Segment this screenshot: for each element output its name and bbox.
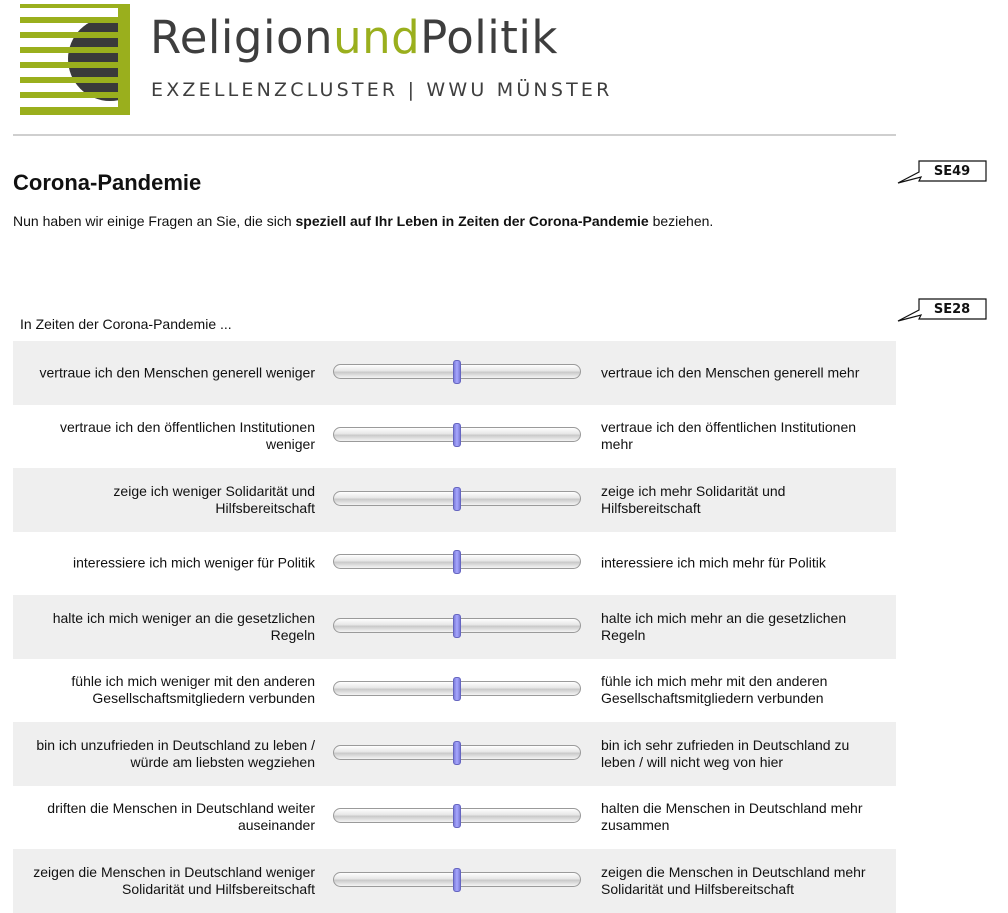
slider-right-label: bin ich sehr zufrieden in Deutschland zu…	[601, 736, 850, 770]
slider-right-label: zeige ich mehr Solidarität und Hilfsbere…	[601, 482, 786, 516]
slider-left-label: zeige ich weniger Solidarität und Hilfsb…	[113, 482, 315, 516]
question-code-label: SE28	[933, 302, 971, 317]
slider-right-label: zeigen die Menschen in Deutschland mehr …	[601, 863, 866, 897]
slider-thumb[interactable]	[453, 804, 461, 829]
slider-right-label: vertraue ich den öffentlichen Institutio…	[601, 419, 857, 453]
slider-right-label: vertraue ich den Menschen generell mehr	[601, 364, 860, 381]
slider-right-label: halte ich mich mehr an die gesetzlichen …	[601, 609, 847, 643]
slider-thumb[interactable]	[453, 740, 461, 765]
slider-row: bin ich unzufrieden in Deutschland zu le…	[13, 722, 896, 786]
question-stem: In Zeiten der Corona-Pandemie ...	[20, 316, 232, 332]
slider-left-label: zeigen die Menschen in Deutschland wenig…	[33, 863, 315, 897]
slider-right-label: halten die Menschen in Deutschland mehr …	[601, 800, 863, 834]
slider-row: zeigen die Menschen in Deutschland wenig…	[13, 849, 896, 913]
slider-left-label: vertraue ich den Menschen generell wenig…	[39, 364, 316, 381]
logo-title: ReligionundPolitik	[150, 11, 558, 64]
page-title: Corona-Pandemie	[13, 170, 202, 195]
question-code-tag: SE28	[897, 298, 987, 322]
slider-row: driften die Menschen in Deutschland weit…	[13, 786, 896, 850]
slider-thumb[interactable]	[453, 550, 461, 575]
slider-left-label: vertraue ich den öffentlichen Institutio…	[59, 419, 315, 453]
striped-circle-logo-icon	[20, 4, 130, 115]
intro-text: Nun haben wir einige Fragen an Sie, die …	[13, 213, 714, 229]
slider-row: zeige ich weniger Solidarität und Hilfsb…	[13, 468, 896, 532]
logo-subtitle: EXZELLENZCLUSTER | WWU MÜNSTER	[151, 79, 613, 101]
slider-left-label: fühle ich mich weniger mit den anderen G…	[71, 673, 315, 707]
slider-right-label: interessiere ich mich mehr für Politik	[601, 554, 826, 571]
slider-thumb[interactable]	[453, 677, 461, 702]
slider-row: halte ich mich weniger an die gesetzlich…	[13, 595, 896, 659]
slider-left-label: halte ich mich weniger an die gesetzlich…	[52, 609, 315, 643]
slider-thumb[interactable]	[453, 359, 461, 384]
slider-thumb[interactable]	[453, 867, 461, 892]
slider-thumb[interactable]	[453, 486, 461, 511]
section-code-tag: SE49	[897, 160, 987, 184]
slider-list: vertraue ich den Menschen generell wenig…	[13, 341, 896, 913]
slider-row: fühle ich mich weniger mit den anderen G…	[13, 659, 896, 723]
slider-left-label: driften die Menschen in Deutschland weit…	[47, 800, 315, 834]
header-divider	[13, 134, 896, 136]
slider-row: vertraue ich den Menschen generell wenig…	[13, 341, 896, 405]
slider-left-label: bin ich unzufrieden in Deutschland zu le…	[36, 736, 315, 770]
section-code-label: SE49	[933, 164, 971, 179]
slider-right-label: fühle ich mich mehr mit den anderen Gese…	[601, 673, 828, 707]
slider-thumb[interactable]	[453, 423, 461, 448]
slider-left-label: interessiere ich mich weniger für Politi…	[73, 554, 315, 571]
slider-thumb[interactable]	[453, 613, 461, 638]
slider-row: vertraue ich den öffentlichen Institutio…	[13, 405, 896, 469]
slider-row: interessiere ich mich weniger für Politi…	[13, 532, 896, 596]
